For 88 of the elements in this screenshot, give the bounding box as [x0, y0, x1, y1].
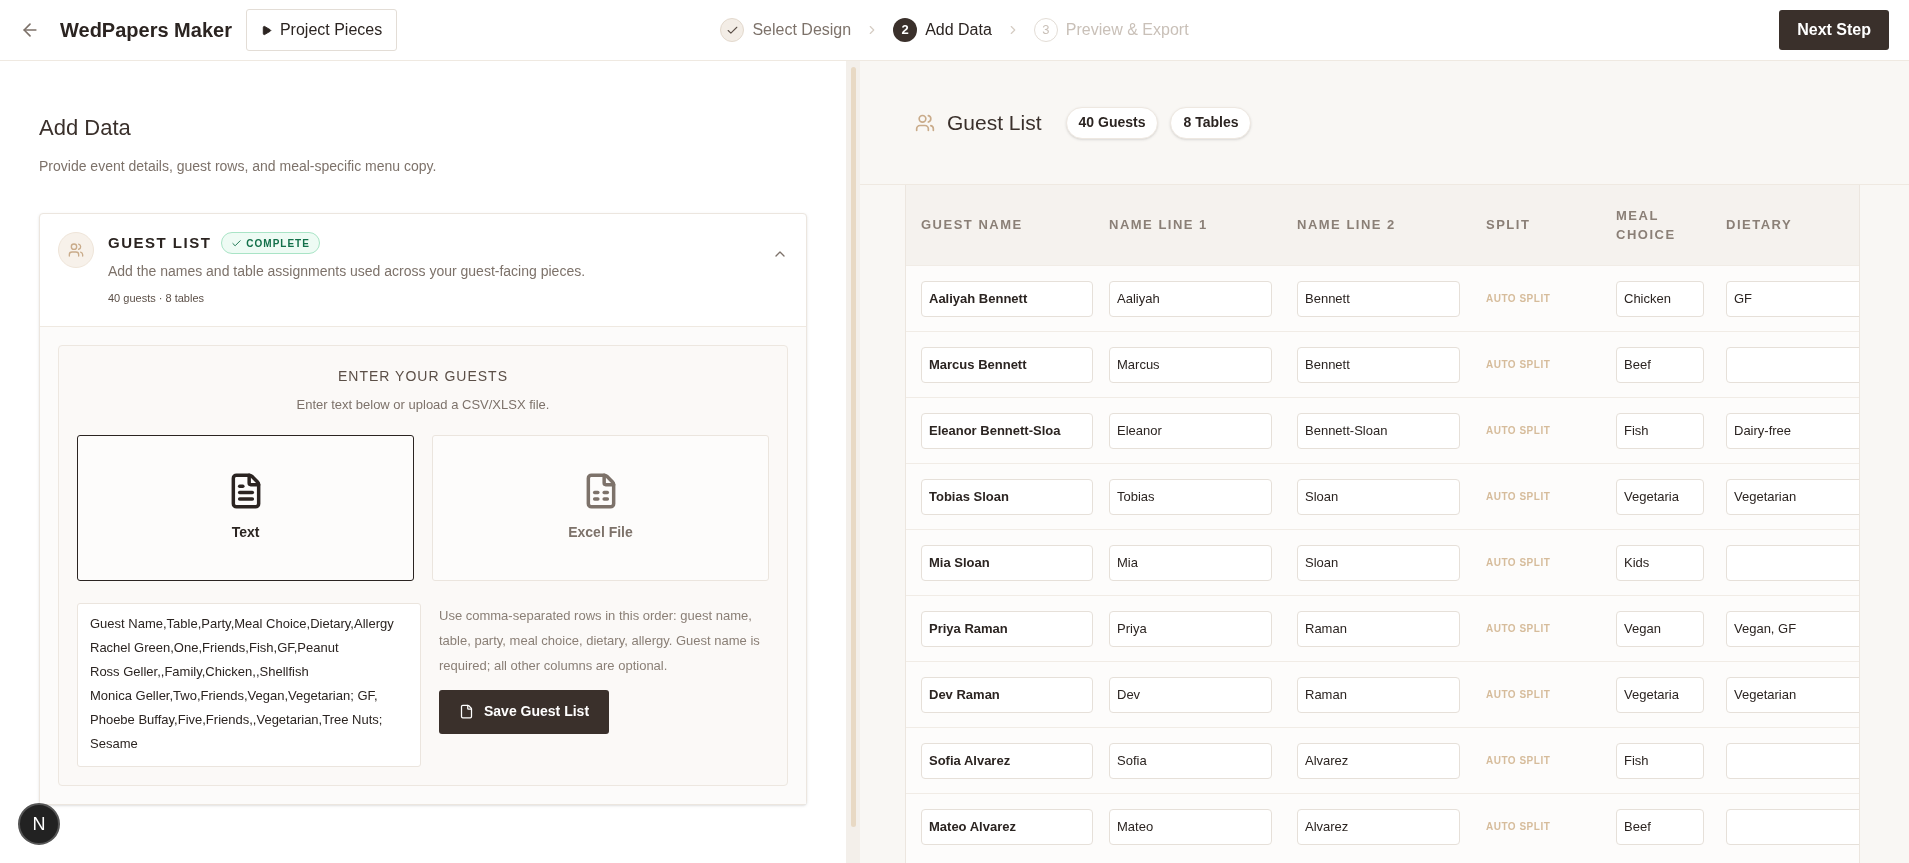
entry-title: ENTER YOUR GUESTS: [337, 367, 509, 386]
table-input-field[interactable]: Priya Raman: [921, 610, 1093, 647]
table-input-field[interactable]: Bennett-Sloan: [1297, 412, 1460, 449]
table-input-field[interactable]: Vegetaria: [1616, 478, 1704, 515]
split-label: AUTO SPLIT: [1486, 292, 1552, 306]
guest-summary: 40 guests · 8 tables: [108, 290, 205, 306]
project-pieces-button[interactable]: Project Pieces: [245, 9, 398, 51]
table-input-field[interactable]: Vegetarian: [1726, 478, 1859, 515]
table-input-field[interactable]: Mia: [1109, 544, 1272, 581]
table-input-field[interactable]: Chicken: [1616, 280, 1704, 317]
table-input-field[interactable]: Dev: [1109, 676, 1272, 713]
table-input-field[interactable]: Marcus Bennett: [921, 346, 1093, 383]
section-description: Add the names and table assignments used across your guest-facing pieces.: [108, 261, 587, 281]
input-mode-option[interactable]: Text: [77, 434, 414, 581]
column-header: DIETARY: [1726, 216, 1794, 235]
table-input-field[interactable]: Mia Sloan: [921, 544, 1093, 581]
table-input-field[interactable]: Tobias Sloan: [921, 478, 1093, 515]
split-label: AUTO SPLIT: [1486, 622, 1552, 636]
guest-text-area[interactable]: Guest Name,Table,Party,Meal Choice,Dietary,Allergy Rachel Green,One,Friends,Fish,GF,Peanut Ross Geller,,Family,Chicken,,Shellfish Monica Geller,Two,Friends,Vegan,Vegetarian; GF, Phoebe Buffay,Five,Friends,,Vegetarian,Tree Nuts; Sesame: [77, 602, 421, 767]
step-label[interactable]: Add Data: [925, 18, 992, 42]
split-label: AUTO SPLIT: [1486, 556, 1552, 570]
table-input-field[interactable]: Sofia: [1109, 742, 1272, 779]
split-label: AUTO SPLIT: [1486, 820, 1552, 834]
table-input-field[interactable]: Tobias: [1109, 478, 1272, 515]
count-chip: 40 Guests: [1065, 106, 1159, 139]
column-header: GUEST NAME: [921, 216, 1024, 235]
column-header: SPLIT: [1486, 216, 1532, 235]
table-input-field[interactable]: Alvarez: [1297, 742, 1460, 779]
table-input-field[interactable]: [1726, 808, 1859, 845]
split-label: AUTO SPLIT: [1486, 490, 1552, 504]
split-label: AUTO SPLIT: [1486, 688, 1552, 702]
dev-badge[interactable]: N: [18, 803, 60, 845]
table-input-field[interactable]: Aaliyah: [1109, 280, 1272, 317]
table-input-field[interactable]: Kids: [1616, 544, 1704, 581]
table-input-field[interactable]: Marcus: [1109, 346, 1272, 383]
table-input-field[interactable]: Fish: [1616, 742, 1704, 779]
complete-badge: COMPLETE: [221, 232, 320, 255]
column-header: NAME LINE 2: [1297, 216, 1397, 235]
table-input-field[interactable]: Mateo: [1109, 808, 1272, 845]
table-input-field[interactable]: Vegan, GF: [1726, 610, 1859, 647]
users-icon: [915, 112, 935, 133]
format-help-text: Use comma-separated rows in this order: guest name, table, party, meal choice, dietary, allergy. Guest name is required; all other columns are optional.: [439, 606, 761, 675]
play-icon: [260, 24, 272, 36]
table-input-field[interactable]: Dairy-free: [1726, 412, 1859, 449]
table-input-field[interactable]: Eleanor: [1109, 412, 1272, 449]
table-input-field[interactable]: [1726, 742, 1859, 779]
entry-subtitle: Enter text below or upload a CSV/XLSX file.: [295, 396, 551, 414]
document-icon: [459, 704, 474, 719]
page-subtitle: Provide event details, guest rows, and meal-specific menu copy.: [39, 157, 438, 176]
table-input-field[interactable]: Vegan: [1616, 610, 1704, 647]
split-label: AUTO SPLIT: [1486, 424, 1552, 438]
table-input-field[interactable]: Vegetarian: [1726, 676, 1859, 713]
split-label: AUTO SPLIT: [1486, 754, 1552, 768]
table-input-field[interactable]: Beef: [1616, 346, 1704, 383]
app-title: WedPapers Maker: [60, 18, 232, 43]
page-title: Add Data: [39, 114, 132, 142]
save-guest-list-button[interactable]: Save Guest List: [439, 689, 610, 734]
next-step-button[interactable]: Next Step: [1779, 10, 1889, 50]
table-input-field[interactable]: [1726, 544, 1859, 581]
table-input-field[interactable]: Dev Raman: [921, 676, 1093, 713]
step-label[interactable]: Select Design: [752, 18, 852, 42]
table-input-field[interactable]: Sloan: [1297, 544, 1460, 581]
table-input-field[interactable]: Alvarez: [1297, 808, 1460, 845]
table-input-field[interactable]: Aaliyah Bennett: [921, 280, 1093, 317]
panel-title: Guest List: [947, 109, 1042, 136]
column-header: NAME LINE 1: [1109, 216, 1209, 235]
column-header: MEAL CHOICE: [1616, 206, 1677, 244]
table-input-field[interactable]: Priya: [1109, 610, 1272, 647]
table-input-field[interactable]: Fish: [1616, 412, 1704, 449]
table-input-field[interactable]: [1726, 346, 1859, 383]
step-number: 2: [893, 18, 918, 42]
scrollbar-thumb[interactable]: [850, 67, 856, 827]
table-input-field[interactable]: Sofia Alvarez: [921, 742, 1093, 779]
table-input-field[interactable]: Sloan: [1297, 478, 1460, 515]
table-input-field[interactable]: Eleanor Bennett-Sloa: [921, 412, 1093, 449]
table-input-field[interactable]: Raman: [1297, 676, 1460, 713]
input-mode-option[interactable]: Excel File: [432, 434, 769, 581]
split-label: AUTO SPLIT: [1486, 358, 1552, 372]
count-chip: 8 Tables: [1170, 106, 1252, 139]
table-input-field[interactable]: Bennett: [1297, 280, 1460, 317]
section-title: GUEST LIST: [108, 233, 212, 253]
table-input-field[interactable]: Bennett: [1297, 346, 1460, 383]
users-icon: [58, 232, 94, 268]
table-input-field[interactable]: Mateo Alvarez: [921, 808, 1093, 845]
table-input-field[interactable]: Vegetaria: [1616, 676, 1704, 713]
table-input-field[interactable]: Raman: [1297, 610, 1460, 647]
table-input-field[interactable]: GF: [1726, 280, 1859, 317]
table-input-field[interactable]: Beef: [1616, 808, 1704, 845]
